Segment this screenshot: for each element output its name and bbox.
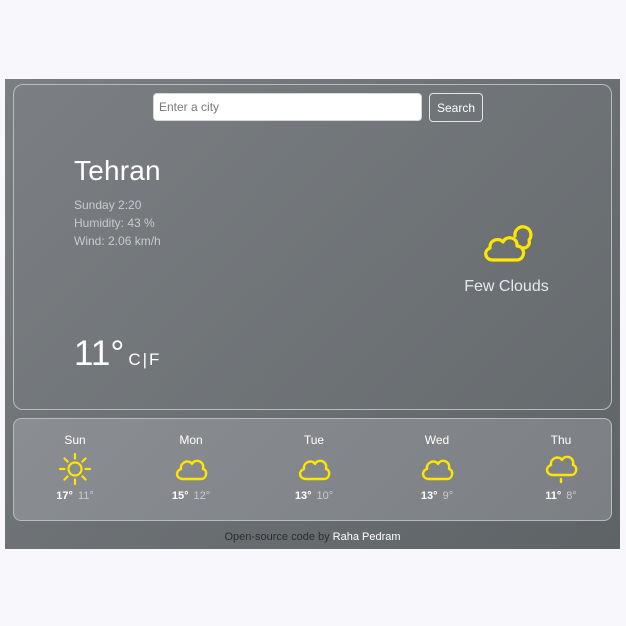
- forecast-day-name: Tue: [303, 433, 325, 447]
- celsius-toggle[interactable]: C: [128, 350, 140, 369]
- city-name: Tehran: [74, 155, 161, 186]
- current-weather-card: Search Tehran Sunday 2:20 Humidity: 43 %…: [13, 84, 612, 410]
- forecast-day-name: Wed: [424, 433, 450, 447]
- forecast-max: 15°: [171, 490, 189, 502]
- forecast-max: 17°: [56, 490, 73, 502]
- forecast-temps: 17° 11°: [35, 490, 115, 502]
- forecast-day-name: Mon: [179, 433, 203, 447]
- search-button[interactable]: Search: [429, 93, 483, 122]
- forecast-max: 13°: [420, 490, 438, 502]
- fahrenheit-toggle[interactable]: F: [149, 350, 159, 369]
- sun-icon: [58, 452, 92, 486]
- cloud-icon: [421, 459, 454, 481]
- author-link[interactable]: Raha Pedram: [333, 531, 401, 543]
- unit-separator: |: [142, 350, 148, 369]
- city-search-input[interactable]: [153, 93, 422, 121]
- forecast-card: Sun 17° 11° Mon 15° 12° Tue 13° 10° Wed …: [13, 418, 612, 521]
- condition-label: Few Clouds: [464, 278, 549, 295]
- forecast-temps: 11° 8°: [521, 490, 601, 502]
- humidity: Humidity: 43 %: [74, 216, 155, 230]
- drizzle-icon: [545, 455, 578, 484]
- partly-cloudy-icon: [484, 225, 533, 262]
- forecast-day: Tue 13° 10°: [274, 419, 354, 522]
- forecast-temps: 13° 10°: [274, 490, 354, 502]
- forecast-min: 9°: [442, 490, 454, 502]
- weather-details: Sunday 2:20 Humidity: 43 % Wind: 2.06 km…: [74, 196, 161, 250]
- forecast-min: 8°: [566, 490, 577, 502]
- cloud-icon: [298, 459, 331, 481]
- wind-speed: Wind: 2.06 km/h: [74, 234, 161, 248]
- temperature-value: 11°: [74, 334, 125, 373]
- footer-text: Open-source code by: [224, 531, 330, 543]
- forecast-day: Mon 15° 12°: [151, 419, 231, 522]
- forecast-min: 11°: [77, 490, 94, 502]
- cloud-icon: [175, 459, 208, 481]
- forecast-min: 12°: [193, 490, 211, 502]
- current-temperature: 11° C | F: [74, 335, 159, 373]
- footer: Open-source code by Raha Pedram: [5, 531, 620, 543]
- forecast-temps: 13° 9°: [397, 490, 477, 502]
- forecast-max: 13°: [294, 490, 312, 502]
- forecast-day: Wed 13° 9°: [397, 419, 477, 522]
- forecast-temps: 15° 12°: [151, 490, 231, 502]
- date-time: Sunday 2:20: [74, 198, 142, 212]
- unit-toggle: C | F: [128, 350, 159, 370]
- forecast-day-name: Thu: [550, 433, 572, 447]
- forecast-day: Sun 17° 11°: [35, 419, 115, 522]
- weather-app: Search Tehran Sunday 2:20 Humidity: 43 %…: [5, 79, 620, 549]
- forecast-day-name: Sun: [64, 433, 86, 447]
- forecast-day: Thu 11° 8°: [521, 419, 601, 522]
- forecast-max: 11°: [545, 490, 562, 502]
- forecast-min: 10°: [316, 490, 334, 502]
